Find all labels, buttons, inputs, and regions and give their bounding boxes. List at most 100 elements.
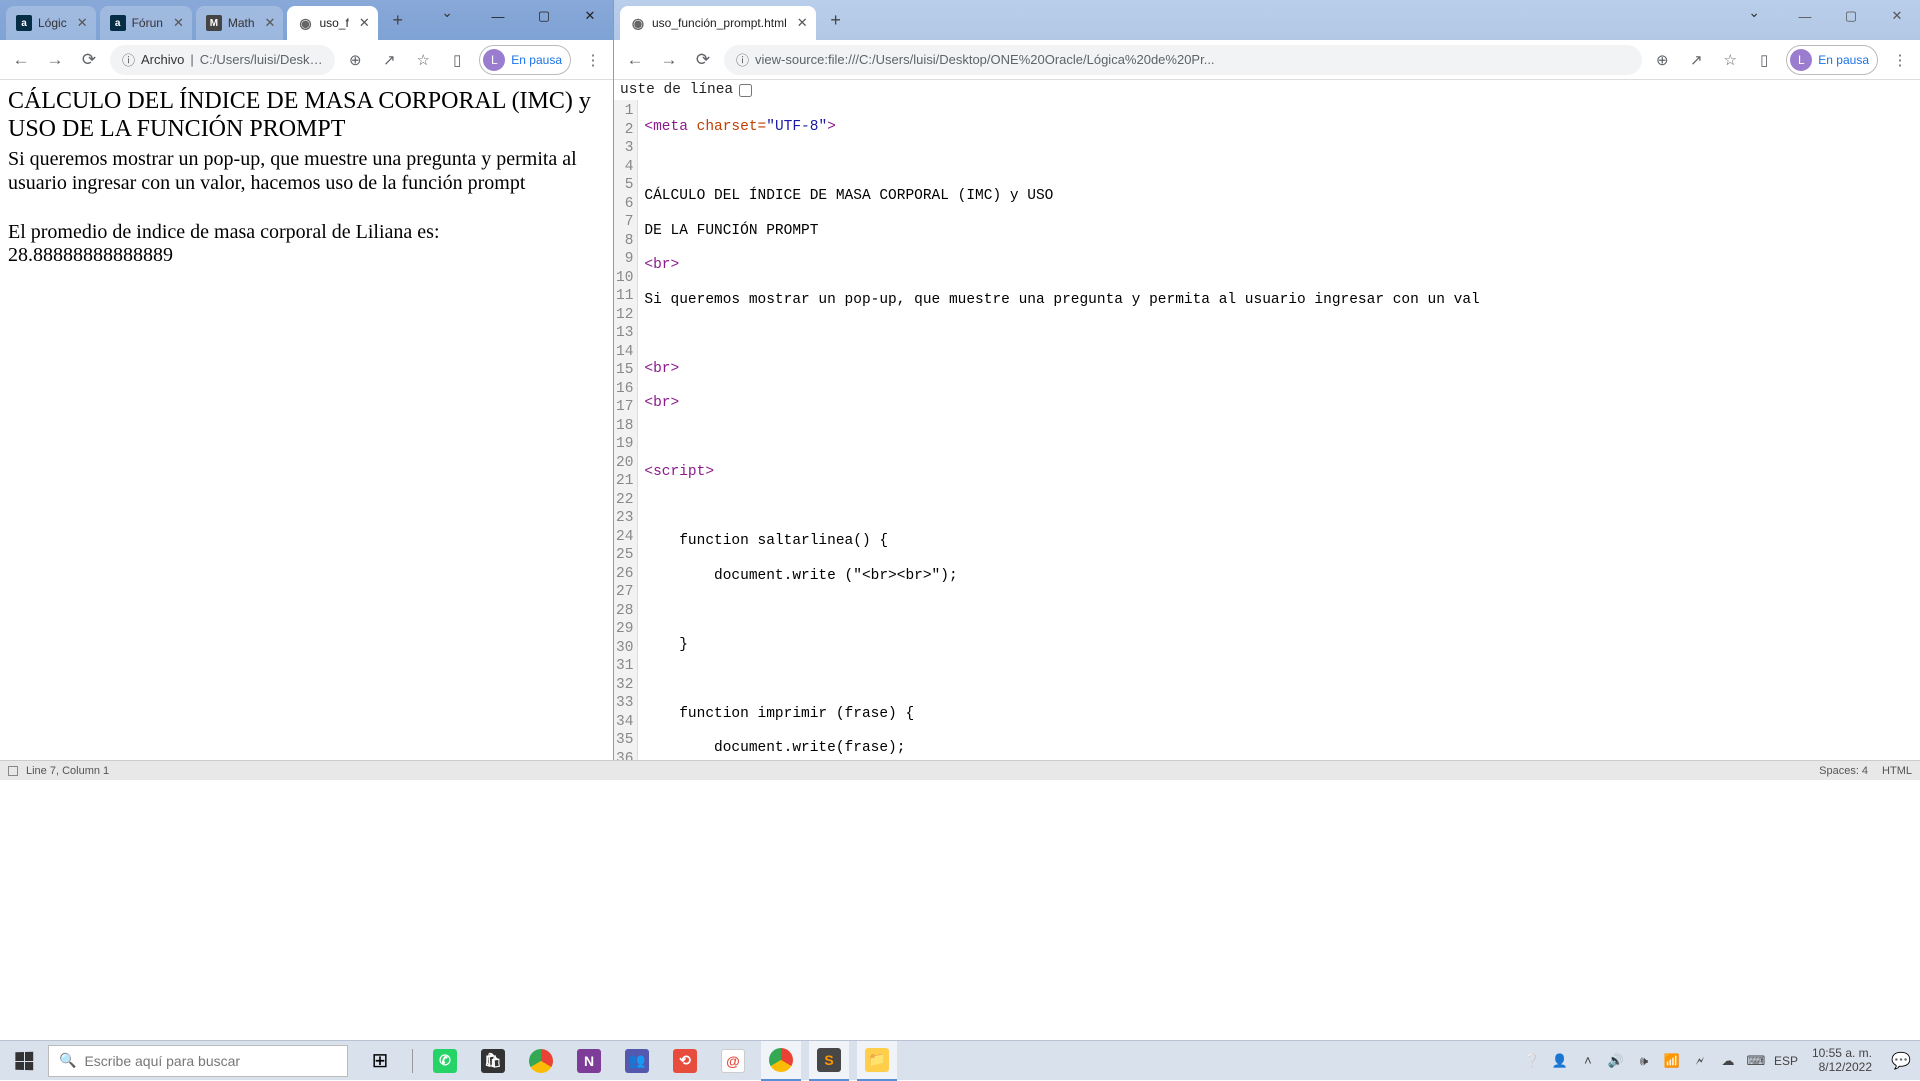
math-icon: M <box>206 15 222 31</box>
chrome-icon[interactable] <box>521 1041 561 1081</box>
close-icon[interactable]: ✕ <box>265 15 276 31</box>
cursor-position: Line 7, Column 1 <box>26 765 109 777</box>
start-button[interactable] <box>0 1041 48 1081</box>
tab-label: Fórun <box>132 16 163 30</box>
forward-button[interactable]: → <box>42 47 68 73</box>
tab-math[interactable]: M Math ✕ <box>196 6 284 40</box>
page-content: CÁLCULO DEL ÍNDICE DE MASA CORPORAL (IMC… <box>0 80 613 780</box>
close-window-button[interactable]: ✕ <box>1874 0 1920 32</box>
battery-icon[interactable]: 🗲 <box>1690 1053 1710 1069</box>
bookmark-icon[interactable]: ☆ <box>411 48 435 72</box>
close-icon[interactable]: ✕ <box>77 15 88 31</box>
explorer-icon[interactable]: 📁 <box>857 1041 897 1081</box>
info-icon: ⓘ <box>736 50 749 69</box>
teams-icon[interactable]: 👥 <box>617 1041 657 1081</box>
address-row: ← → ⟳ ⓘ view-source:file:///C:/Users/lui… <box>614 40 1920 80</box>
zoom-icon[interactable]: ⊕ <box>343 48 367 72</box>
volume-icon[interactable]: 🔊 <box>1606 1053 1626 1069</box>
profile-status: En pausa <box>511 53 562 67</box>
people-icon[interactable]: 👤 <box>1550 1053 1570 1069</box>
clock[interactable]: 10:55 a. m. 8/12/2022 <box>1806 1047 1878 1073</box>
system-tray: ❔ 👤 ˄ 🔊 🕪 📶 🗲 ☁ ⌨ ESP 10:55 a. m. 8/12/2… <box>1522 1047 1920 1073</box>
menu-button[interactable]: ⋮ <box>581 48 605 72</box>
maximize-button[interactable]: ▢ <box>1828 0 1874 32</box>
minimize-button[interactable]: — <box>1782 0 1828 32</box>
share-icon[interactable]: ↗ <box>377 48 401 72</box>
tabs-row: ◉ uso_función_prompt.html ✕ + ⌄ — ▢ ✕ <box>614 0 1920 40</box>
app-icon-q[interactable]: @ <box>713 1041 753 1081</box>
reload-button[interactable]: ⟳ <box>76 47 102 73</box>
menu-button[interactable]: ⋮ <box>1888 48 1912 72</box>
taskbar-apps: ⊞ ✆ 🛍 N 👥 ⟲ @ S 📁 <box>360 1041 897 1081</box>
sidepanel-icon[interactable]: ▯ <box>1752 48 1776 72</box>
notifications-button[interactable]: 💬 <box>1886 1051 1916 1071</box>
task-view-button[interactable]: ⊞ <box>360 1041 400 1081</box>
avatar: L <box>1790 49 1812 71</box>
close-icon[interactable]: ✕ <box>173 15 184 31</box>
line-wrap-toggle: uste de línea <box>614 80 1920 100</box>
divider <box>412 1049 413 1073</box>
profile-pill[interactable]: L En pausa <box>479 45 571 75</box>
keyboard-icon[interactable]: ⌨ <box>1746 1053 1766 1069</box>
new-tab-button[interactable]: + <box>822 6 850 34</box>
bookmark-icon[interactable]: ☆ <box>1718 48 1742 72</box>
source-code: <meta charset="UTF-8"> CÁLCULO DEL ÍNDIC… <box>638 100 1494 780</box>
indent-setting[interactable]: Spaces: 4 <box>1819 765 1868 777</box>
close-icon[interactable]: ✕ <box>797 15 808 31</box>
address-right: ⊕ ↗ ☆ ▯ L En pausa ⋮ <box>343 45 605 75</box>
syntax-setting[interactable]: HTML <box>1882 765 1912 777</box>
tab-label: Math <box>228 16 255 30</box>
chevron-down-icon[interactable]: ⌄ <box>441 4 453 21</box>
address-bar[interactable]: ⓘ view-source:file:///C:/Users/luisi/Des… <box>724 45 1642 75</box>
avatar: L <box>483 49 505 71</box>
back-button[interactable]: ← <box>622 47 648 73</box>
whatsapp-icon[interactable]: ✆ <box>425 1041 465 1081</box>
search-icon: 🔍 <box>59 1052 76 1069</box>
tab-view-source[interactable]: ◉ uso_función_prompt.html ✕ <box>620 6 816 40</box>
store-icon[interactable]: 🛍 <box>473 1041 513 1081</box>
reload-button[interactable]: ⟳ <box>690 47 716 73</box>
maximize-button[interactable]: ▢ <box>521 0 567 32</box>
app-icon-red[interactable]: ⟲ <box>665 1041 705 1081</box>
info-icon: ⓘ <box>122 50 135 69</box>
new-tab-button[interactable]: + <box>384 6 412 34</box>
back-button[interactable]: ← <box>8 47 34 73</box>
tab-label: Lógic <box>38 16 67 30</box>
minimize-button[interactable]: — <box>475 0 521 32</box>
help-icon[interactable]: ❔ <box>1522 1053 1542 1069</box>
close-icon[interactable]: ✕ <box>359 15 370 31</box>
linewrap-checkbox[interactable] <box>739 84 752 97</box>
page-para: Si queremos mostrar un pop-up, que muest… <box>8 147 605 195</box>
address-bar[interactable]: ⓘ Archivo | C:/Users/luisi/Desktop/O... <box>110 45 335 75</box>
alura-icon: a <box>110 15 126 31</box>
sidepanel-icon[interactable]: ▯ <box>445 48 469 72</box>
separator: | <box>190 52 193 67</box>
taskbar: 🔍 Escribe aquí para buscar ⊞ ✆ 🛍 N 👥 ⟲ @… <box>0 1040 1920 1080</box>
language-indicator[interactable]: ESP <box>1774 1054 1798 1068</box>
tab-forum[interactable]: a Fórun ✕ <box>100 6 192 40</box>
tabs-row: a Lógic ✕ a Fórun ✕ M Math ✕ ◉ uso_f ✕ +… <box>0 0 613 40</box>
date: 8/12/2022 <box>1812 1061 1872 1074</box>
chevron-up-icon[interactable]: ˄ <box>1578 1053 1598 1068</box>
editor-status-bar: Line 7, Column 1 Spaces: 4 HTML <box>0 760 1920 780</box>
onedrive-icon[interactable]: ☁ <box>1718 1053 1738 1069</box>
tab-uso[interactable]: ◉ uso_f ✕ <box>287 6 377 40</box>
browser-window-right: ◉ uso_función_prompt.html ✕ + ⌄ — ▢ ✕ ← … <box>614 0 1920 780</box>
close-window-button[interactable]: ✕ <box>567 0 613 32</box>
share-icon[interactable]: ↗ <box>1684 48 1708 72</box>
wifi-icon[interactable]: 📶 <box>1662 1053 1682 1069</box>
chrome-active-icon[interactable] <box>761 1041 801 1081</box>
address-row: ← → ⟳ ⓘ Archivo | C:/Users/luisi/Desktop… <box>0 40 613 80</box>
sublime-icon[interactable]: S <box>809 1041 849 1081</box>
forward-button[interactable]: → <box>656 47 682 73</box>
taskbar-search[interactable]: 🔍 Escribe aquí para buscar <box>48 1045 348 1077</box>
tab-logic[interactable]: a Lógic ✕ <box>6 6 96 40</box>
network-icon[interactable]: 🕪 <box>1634 1053 1654 1069</box>
chevron-down-icon[interactable]: ⌄ <box>1748 4 1760 21</box>
zoom-icon[interactable]: ⊕ <box>1650 48 1674 72</box>
onenote-icon[interactable]: N <box>569 1041 609 1081</box>
profile-pill[interactable]: L En pausa <box>1786 45 1878 75</box>
globe-icon: ◉ <box>297 15 313 31</box>
addr-url: C:/Users/luisi/Desktop/O... <box>200 52 324 67</box>
source-view[interactable]: 1234567891011121314151617181920212223242… <box>614 100 1920 780</box>
